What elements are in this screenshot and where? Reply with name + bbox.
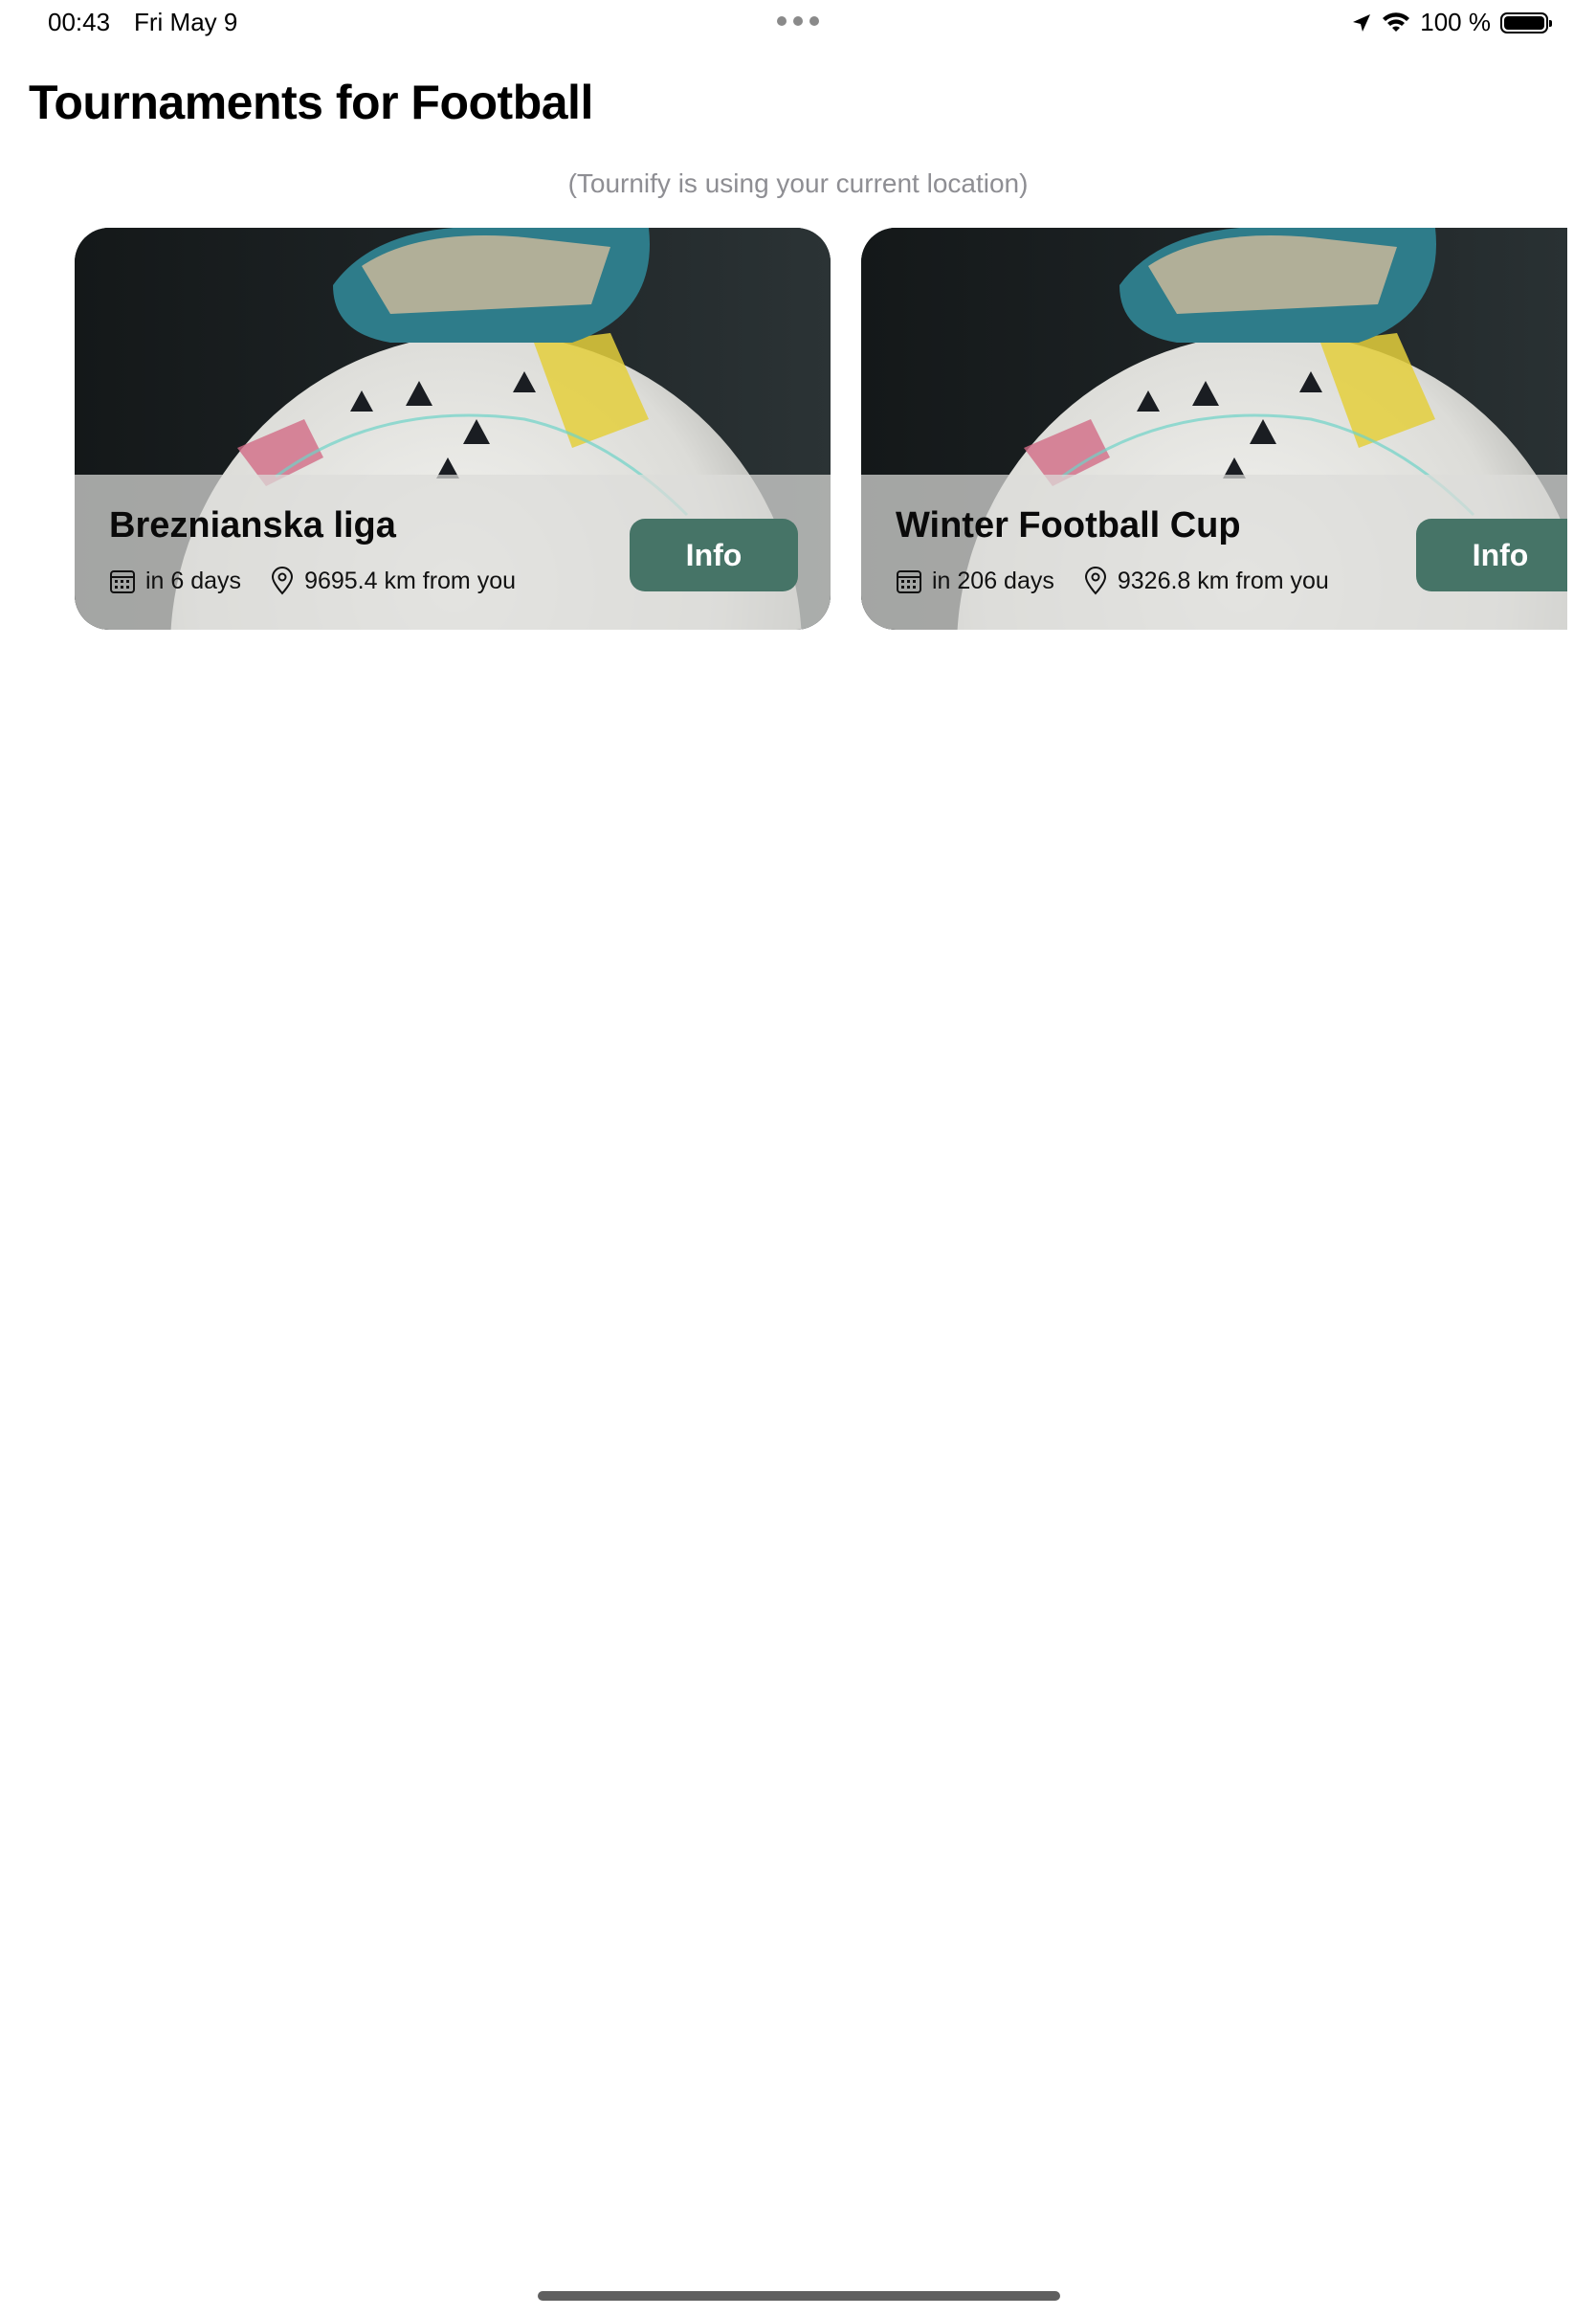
battery-percentage: 100 % — [1420, 8, 1491, 36]
map-pin-icon — [272, 567, 294, 595]
page-title: Tournaments for Football — [29, 75, 593, 130]
tournament-start: in 206 days — [932, 567, 1054, 594]
tournament-distance: 9326.8 km from you — [1117, 567, 1329, 594]
multitasking-dots-icon[interactable] — [777, 16, 819, 26]
status-time: 00:43 — [48, 8, 111, 36]
tournament-card[interactable]: Breznianska liga in 6 days 9695.4 km fro… — [75, 228, 831, 630]
wifi-icon — [1383, 11, 1410, 32]
tournament-meta: in 206 days 9326.8 km from you — [896, 567, 1329, 595]
page-title-prefix: Tournaments for — [29, 76, 411, 129]
tournament-start: in 6 days — [145, 567, 242, 594]
info-button[interactable]: Info — [1416, 519, 1567, 591]
tournament-name: Winter Football Cup — [896, 505, 1241, 546]
calendar-icon — [897, 570, 921, 593]
info-button[interactable]: Info — [630, 519, 798, 591]
home-indicator[interactable] — [538, 2291, 1060, 2301]
tournament-carousel[interactable]: Breznianska liga in 6 days 9695.4 km fro… — [0, 228, 1567, 634]
location-arrow-icon — [1353, 13, 1371, 32]
location-note: (Tournify is using your current location… — [567, 168, 1029, 198]
battery-icon — [1500, 11, 1552, 33]
tournament-distance: 9695.4 km from you — [304, 567, 516, 594]
status-date: Fri May 9 — [134, 8, 238, 36]
status-bar: 00:43 Fri May 9 100 % — [0, 0, 1596, 48]
tournament-meta: in 6 days 9695.4 km from you — [109, 567, 516, 595]
calendar-icon — [110, 570, 135, 593]
map-pin-icon — [1084, 567, 1106, 595]
tournament-card[interactable]: Winter Football Cup in 206 days 9326.8 k… — [861, 228, 1567, 630]
page-title-sport: Football — [410, 76, 593, 129]
tournament-name: Breznianska liga — [109, 505, 396, 546]
